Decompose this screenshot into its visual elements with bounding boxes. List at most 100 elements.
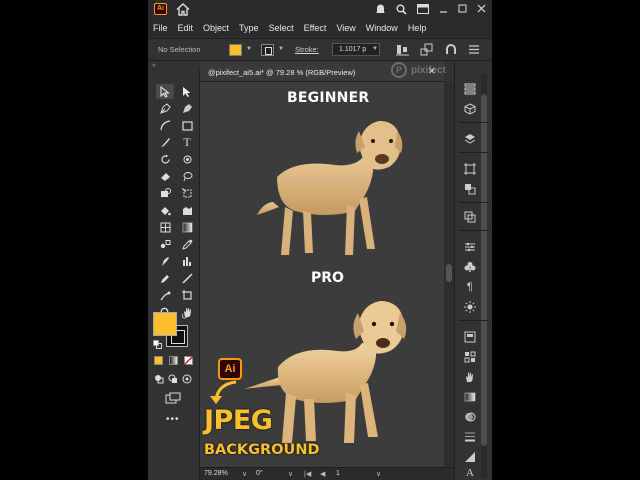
stroke-color-swatch[interactable] (261, 44, 274, 56)
bell-icon[interactable] (375, 3, 386, 15)
more-tools-icon[interactable]: ••• (166, 414, 180, 425)
canvas[interactable]: BEGINNER PRO Ai JPEG BACKGROUND (200, 82, 444, 467)
gradient-panel-icon[interactable] (463, 390, 477, 404)
rectangle-tool-icon[interactable] (178, 118, 196, 133)
mesh-tool-icon[interactable] (156, 220, 174, 235)
canvas-vertical-scrollbar[interactable] (444, 82, 454, 467)
panel-separator (459, 320, 489, 321)
lasso-tool-icon[interactable] (178, 169, 196, 184)
fill-dropdown-icon[interactable]: ▼ (246, 46, 252, 52)
rotation-angle[interactable]: 0° (256, 470, 263, 477)
none-mode-icon[interactable] (184, 356, 193, 365)
stroke-panel-icon[interactable] (463, 430, 477, 444)
canvas-scroll-thumb[interactable] (446, 264, 452, 282)
rotation-dropdown-icon[interactable]: ∨ (288, 470, 293, 478)
symbols-icon[interactable] (463, 260, 477, 274)
menu-file[interactable]: File (153, 23, 168, 33)
dog-image-beginner[interactable] (255, 107, 405, 267)
gradient-mode-icon[interactable] (169, 356, 178, 365)
color-mode-icon[interactable] (154, 356, 163, 365)
stroke-weight-dropdown-icon[interactable]: ▼ (372, 46, 378, 52)
artboard-tool-icon[interactable] (156, 288, 174, 303)
panel-menu-icon[interactable] (468, 43, 480, 56)
menu-effect[interactable]: Effect (304, 23, 327, 33)
menu-type[interactable]: Type (239, 23, 259, 33)
eyedropper-alt-tool-icon[interactable] (156, 271, 174, 286)
libraries-icon[interactable] (463, 82, 477, 96)
eraser-tool-icon[interactable] (156, 169, 174, 184)
stroke-dropdown-icon[interactable]: ▼ (278, 46, 284, 52)
appearance-icon[interactable] (463, 330, 477, 344)
tools-collapse-icon[interactable]: « (152, 62, 156, 69)
fill-color-swatch[interactable] (229, 44, 242, 56)
free-transform-tool-icon[interactable] (178, 186, 196, 201)
panel-dock-scroll-thumb[interactable] (481, 94, 487, 446)
live-paint-tool-icon[interactable] (156, 203, 174, 218)
panel-separator (459, 122, 489, 123)
measure-tool-icon[interactable] (178, 271, 196, 286)
arrange-documents-icon[interactable] (417, 4, 429, 14)
panel-dock-scrollbar[interactable] (481, 74, 487, 478)
shape-builder-tool-icon[interactable] (156, 186, 174, 201)
transparency-icon[interactable] (463, 410, 477, 424)
paintbrush-tool-icon[interactable] (156, 135, 174, 150)
magnet-icon[interactable] (444, 43, 458, 56)
paragraph-icon[interactable]: ¶ (463, 280, 477, 294)
gradient-tool-icon[interactable] (178, 220, 196, 235)
layers-icon[interactable] (463, 132, 477, 146)
stroke-label[interactable]: Stroke: (295, 45, 319, 54)
draw-inside-icon[interactable] (182, 374, 192, 384)
scale-tool-icon[interactable] (178, 152, 196, 167)
column-graph-tool-icon[interactable] (178, 254, 196, 269)
menu-help[interactable]: Help (408, 23, 427, 33)
type-tool-icon[interactable]: T (178, 135, 196, 150)
eyedropper-tool-icon[interactable] (178, 237, 196, 252)
default-fill-stroke-icon[interactable] (153, 340, 162, 349)
previous-artboard-icon[interactable]: ◀ (320, 470, 325, 478)
symbol-sprayer-tool-icon[interactable] (156, 254, 174, 269)
fill-color-big-swatch[interactable] (153, 312, 177, 336)
rotate-tool-icon[interactable] (156, 152, 174, 167)
arc-tool-icon[interactable] (156, 118, 174, 133)
properties-icon[interactable] (463, 240, 477, 254)
color-guide-icon[interactable] (463, 450, 477, 464)
character-panel-icon[interactable]: A (463, 466, 477, 480)
artboards-icon[interactable] (463, 162, 477, 176)
menu-object[interactable]: Object (203, 23, 229, 33)
menu-window[interactable]: Window (366, 23, 398, 33)
slice-tool-icon[interactable] (178, 288, 196, 303)
blend-tool-icon[interactable] (156, 237, 174, 252)
home-icon[interactable] (176, 3, 190, 16)
graphic-styles-icon[interactable] (463, 350, 477, 364)
asset-export-icon[interactable] (463, 182, 477, 196)
pen-tool-icon[interactable] (156, 101, 174, 116)
transform-panel-icon[interactable] (463, 210, 477, 224)
menu-edit[interactable]: Edit (178, 23, 194, 33)
selection-tool-icon[interactable] (156, 84, 174, 99)
close-icon[interactable] (477, 4, 486, 14)
draw-behind-icon[interactable] (168, 374, 178, 384)
puppet-warp-icon[interactable] (463, 370, 477, 384)
screen-mode-icon[interactable] (165, 392, 181, 404)
3d-materials-icon[interactable] (463, 102, 477, 116)
direct-selection-tool-icon[interactable] (178, 84, 196, 99)
control-bar: No Selection ▼ ▼ Stroke: 1.1017 p ▼ (148, 38, 492, 61)
perspective-grid-tool-icon[interactable] (178, 203, 196, 218)
search-icon[interactable] (396, 4, 407, 15)
zoom-level[interactable]: 79.28% (204, 470, 228, 477)
artboard-dropdown-icon[interactable]: ∨ (376, 470, 381, 478)
transform-icon[interactable] (420, 43, 434, 56)
first-artboard-icon[interactable]: |◀ (304, 470, 311, 478)
align-icon[interactable] (396, 43, 410, 56)
brightness-icon[interactable] (463, 300, 477, 314)
menu-select[interactable]: Select (269, 23, 294, 33)
maximize-icon[interactable] (458, 4, 467, 14)
draw-normal-icon[interactable] (154, 374, 164, 384)
curvature-tool-icon[interactable] (178, 101, 196, 116)
menu-view[interactable]: View (336, 23, 355, 33)
artboard-number[interactable]: 1 (336, 470, 340, 477)
minimize-icon[interactable] (439, 4, 448, 14)
zoom-dropdown-icon[interactable]: ∨ (242, 470, 247, 478)
document-tab-title[interactable]: @pixifect_ai5.ai* @ 79.28 % (RGB/Preview… (208, 68, 355, 77)
swap-fill-stroke-icon[interactable]: ↺ (181, 311, 189, 322)
